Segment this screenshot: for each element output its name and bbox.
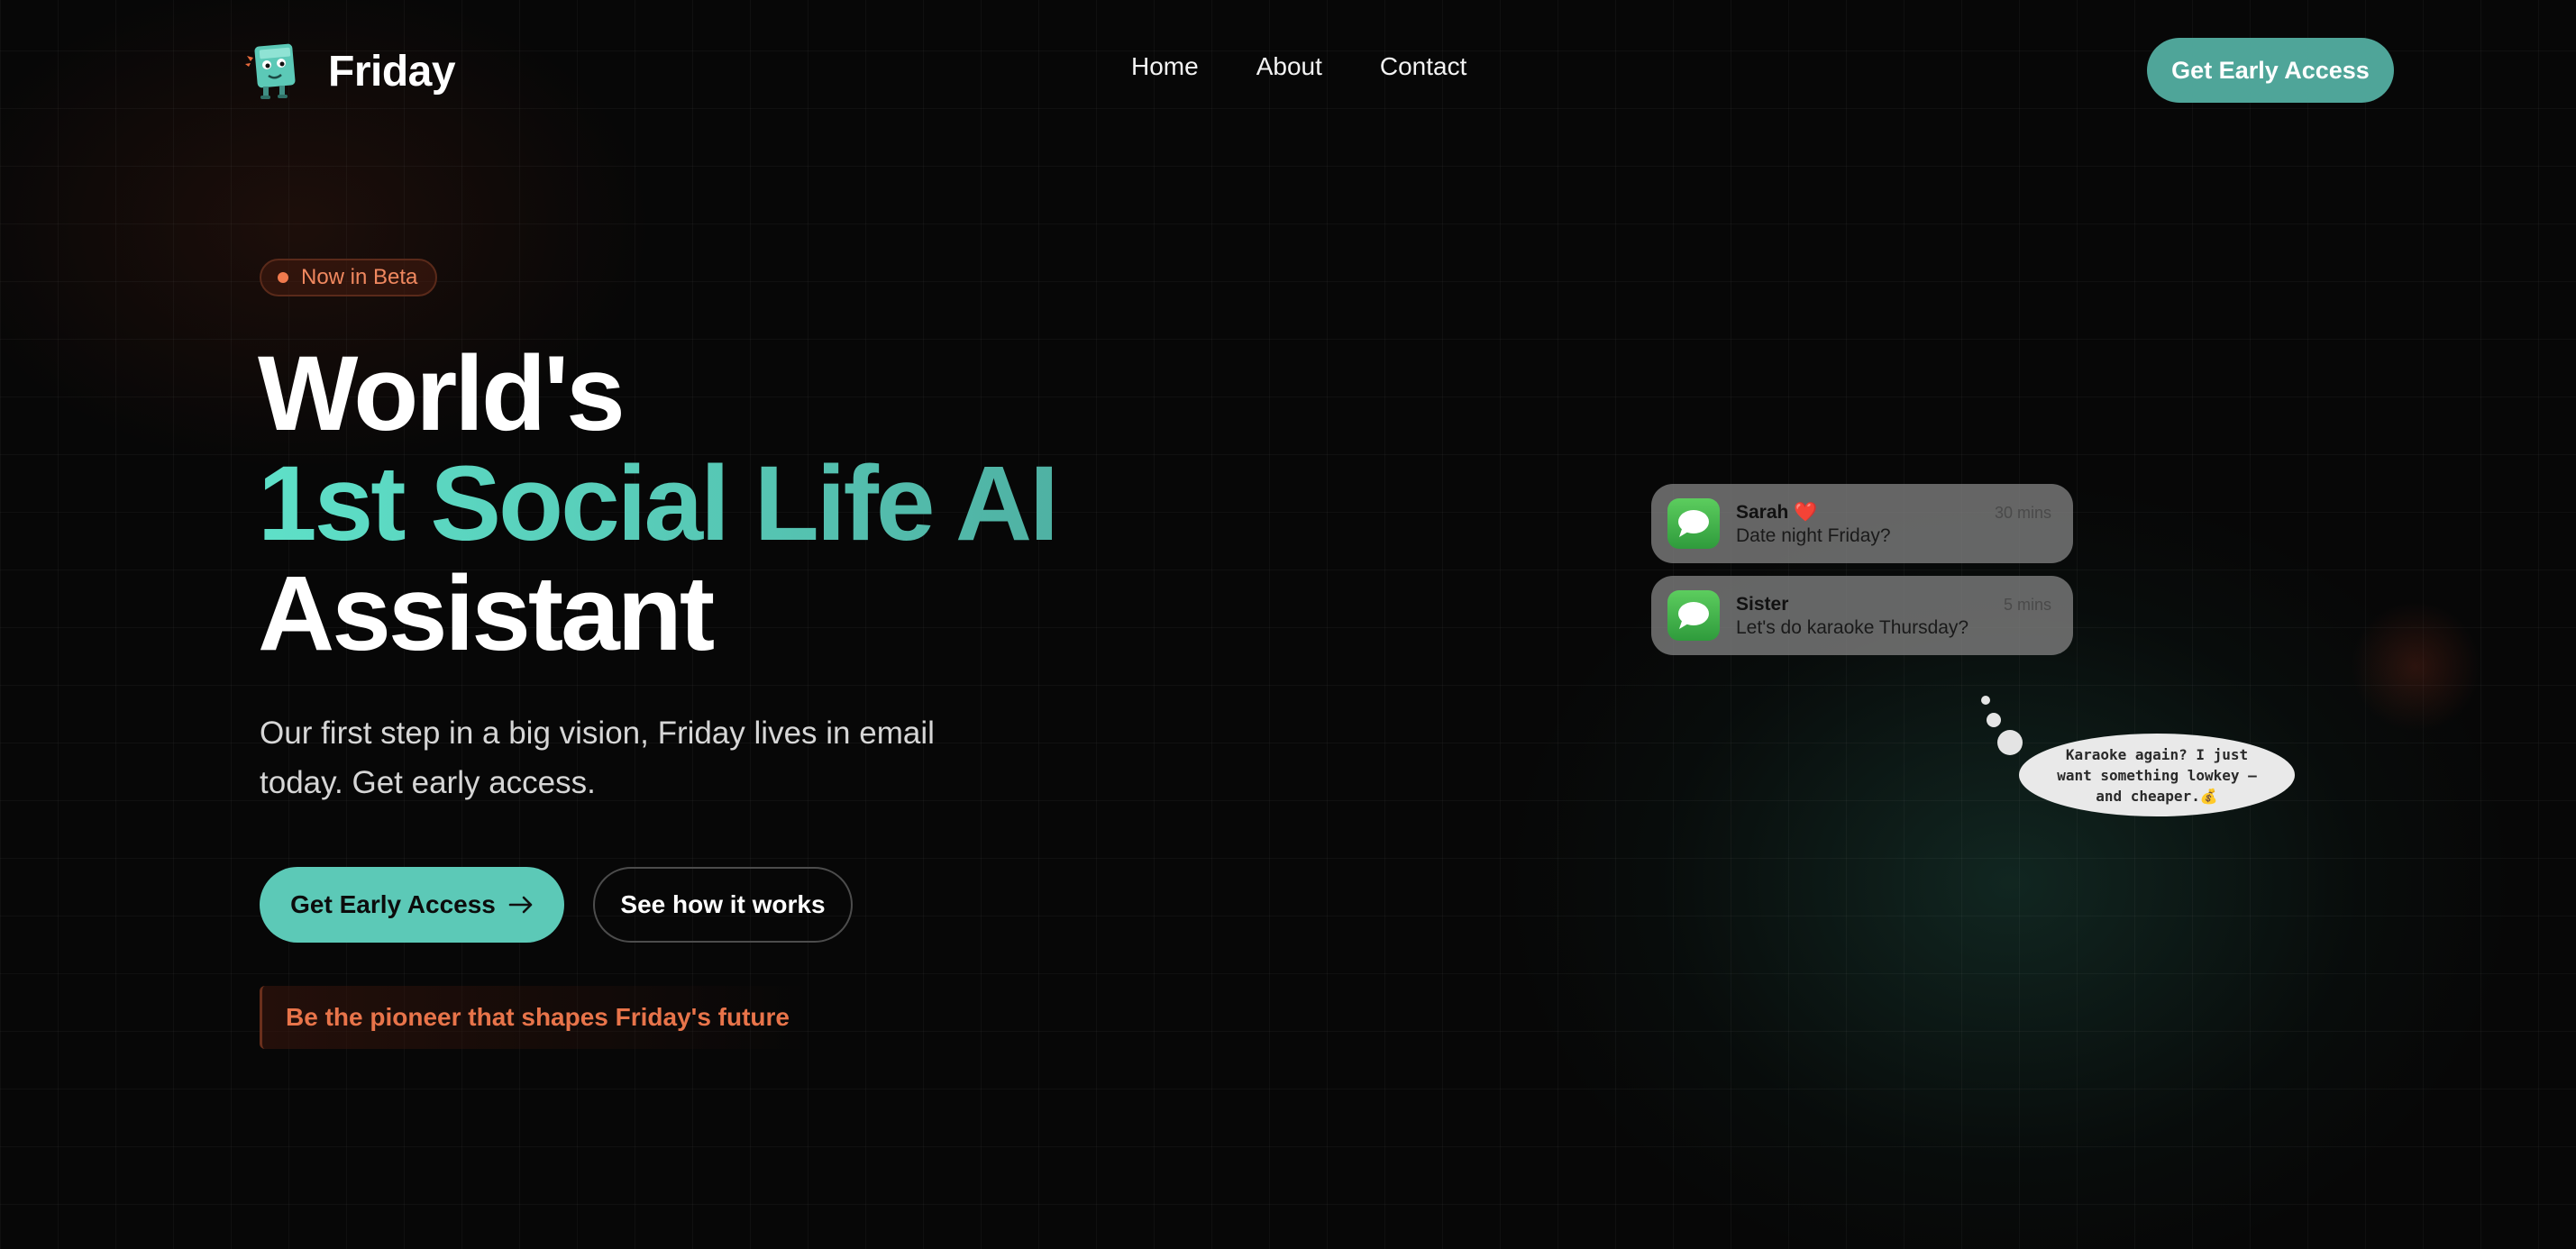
status-dot-icon: [278, 272, 288, 283]
headline-line-3: Assistant: [258, 554, 715, 673]
nav-about-link[interactable]: About: [1256, 52, 1322, 81]
nav-contact-link[interactable]: Contact: [1380, 52, 1467, 81]
thought-dot: [1987, 713, 2001, 727]
notification-time: 5 mins: [2003, 596, 2051, 614]
hero-get-early-access-button[interactable]: Get Early Access: [260, 867, 564, 943]
thought-dot: [1997, 730, 2023, 755]
notification-sender: Sister: [1736, 594, 1789, 615]
arrow-right-icon: [508, 896, 533, 914]
nav-home-link[interactable]: Home: [1131, 52, 1199, 81]
notification-card: Sister Let's do karaoke Thursday? 5 mins: [1651, 576, 2073, 655]
main-nav: Home About Contact: [1131, 52, 1524, 81]
beta-badge-label: Now in Beta: [301, 265, 418, 289]
notification-card: Sarah ❤️ Date night Friday? 30 mins: [1651, 484, 2073, 563]
notification-message: Date night Friday?: [1736, 525, 1891, 546]
headline-line-2-accent: 1st Social Life AI: [258, 444, 1059, 563]
hero-headline: World's 1st Social Life AI Assistant: [258, 334, 1059, 673]
notification-message: Let's do karaoke Thursday?: [1736, 617, 1969, 638]
notification-sender: Sarah ❤️: [1736, 502, 1818, 523]
notification-time: 30 mins: [1994, 504, 2051, 522]
hero-primary-cta-label: Get Early Access: [290, 890, 496, 918]
hero-subtext: Our first step in a big vision, Friday l…: [260, 716, 935, 800]
see-how-it-works-button[interactable]: See how it works: [593, 867, 853, 943]
messages-app-icon: [1667, 590, 1720, 641]
friday-mascot-icon: [245, 43, 296, 99]
headline-line-1: World's: [258, 334, 626, 453]
nav-get-early-access-button[interactable]: Get Early Access: [2147, 38, 2394, 103]
pioneer-callout: Be the pioneer that shapes Friday's futu…: [260, 986, 836, 1049]
thought-bubble: Karaoke again? I just want something low…: [2019, 734, 2295, 816]
thought-bubble-text: Karaoke again? I just want something low…: [2057, 745, 2257, 805]
brand-name: Friday: [328, 47, 456, 96]
landing-page: Friday Home About Contact Get Early Acce…: [0, 0, 2576, 1249]
brand-logo[interactable]: Friday: [245, 40, 456, 103]
messages-app-icon: [1667, 498, 1720, 549]
beta-badge: Now in Beta: [260, 259, 438, 296]
thought-dot: [1981, 696, 1990, 705]
pioneer-callout-text: Be the pioneer that shapes Friday's futu…: [286, 1003, 790, 1031]
